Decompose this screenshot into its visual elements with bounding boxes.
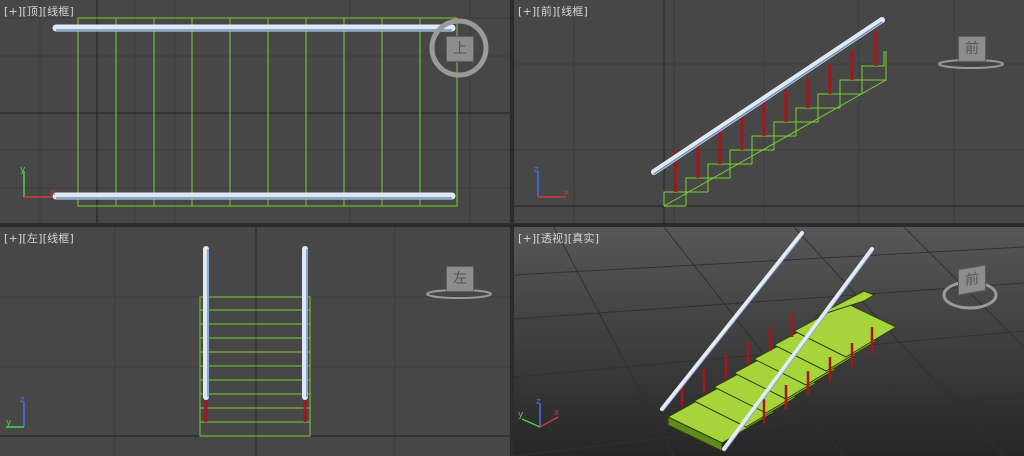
- viewport-perspective-label[interactable]: [+][透视][真实]: [518, 230, 599, 246]
- viewport-menu-plus[interactable]: [+]: [4, 232, 22, 245]
- viewport-shading-mode[interactable]: [线框]: [557, 5, 588, 18]
- svg-text:y: y: [518, 410, 524, 420]
- viewcube-face[interactable]: 左: [446, 266, 474, 292]
- viewcube-face[interactable]: 上: [446, 36, 474, 62]
- viewport-shading-mode[interactable]: [真实]: [568, 232, 599, 245]
- viewcube-face[interactable]: 前: [958, 264, 986, 296]
- svg-text:z: z: [534, 165, 539, 175]
- svg-text:x: x: [50, 188, 56, 198]
- axis-tripod-icon: z y: [6, 395, 25, 428]
- viewport-menu-plus[interactable]: [+]: [4, 5, 22, 18]
- viewcube-face[interactable]: 前: [958, 36, 986, 62]
- viewport-left-label[interactable]: [+][左][线框]: [4, 230, 74, 246]
- svg-text:z: z: [536, 397, 541, 407]
- viewport-view-name[interactable]: [顶]: [22, 5, 42, 18]
- viewport-view-name[interactable]: [透视]: [536, 232, 567, 245]
- axis-tripod-icon: z x: [534, 165, 570, 198]
- viewport-shading-mode[interactable]: [线框]: [43, 232, 74, 245]
- left-view-scene: [0, 227, 510, 456]
- viewport-front[interactable]: [+][前][线框] 前 z x: [514, 0, 1024, 223]
- front-view-scene: [514, 0, 1024, 223]
- perspective-view-scene: [514, 227, 1024, 456]
- viewport-front-label[interactable]: [+][前][线框]: [518, 3, 588, 19]
- svg-text:y: y: [6, 418, 12, 428]
- viewport-left[interactable]: [+][左][线框] 左 z y: [0, 227, 510, 456]
- viewport-top[interactable]: [+][顶][线框] 上 y x: [0, 0, 510, 223]
- axis-tripod-icon: z y x: [518, 397, 560, 428]
- viewport-menu-plus[interactable]: [+]: [518, 232, 536, 245]
- viewport-view-name[interactable]: [前]: [536, 5, 556, 18]
- viewport-perspective[interactable]: [+][透视][真实] 前 z y x: [514, 227, 1024, 456]
- viewport-top-label[interactable]: [+][顶][线框]: [4, 3, 74, 19]
- svg-text:x: x: [564, 188, 570, 198]
- viewport-shading-mode[interactable]: [线框]: [43, 5, 74, 18]
- axis-tripod-icon: y x: [20, 165, 56, 198]
- svg-text:x: x: [554, 408, 560, 418]
- top-view-scene: [0, 0, 510, 223]
- viewport-menu-plus[interactable]: [+]: [518, 5, 536, 18]
- svg-text:y: y: [20, 165, 26, 175]
- viewport-view-name[interactable]: [左]: [22, 232, 42, 245]
- svg-text:z: z: [20, 395, 25, 405]
